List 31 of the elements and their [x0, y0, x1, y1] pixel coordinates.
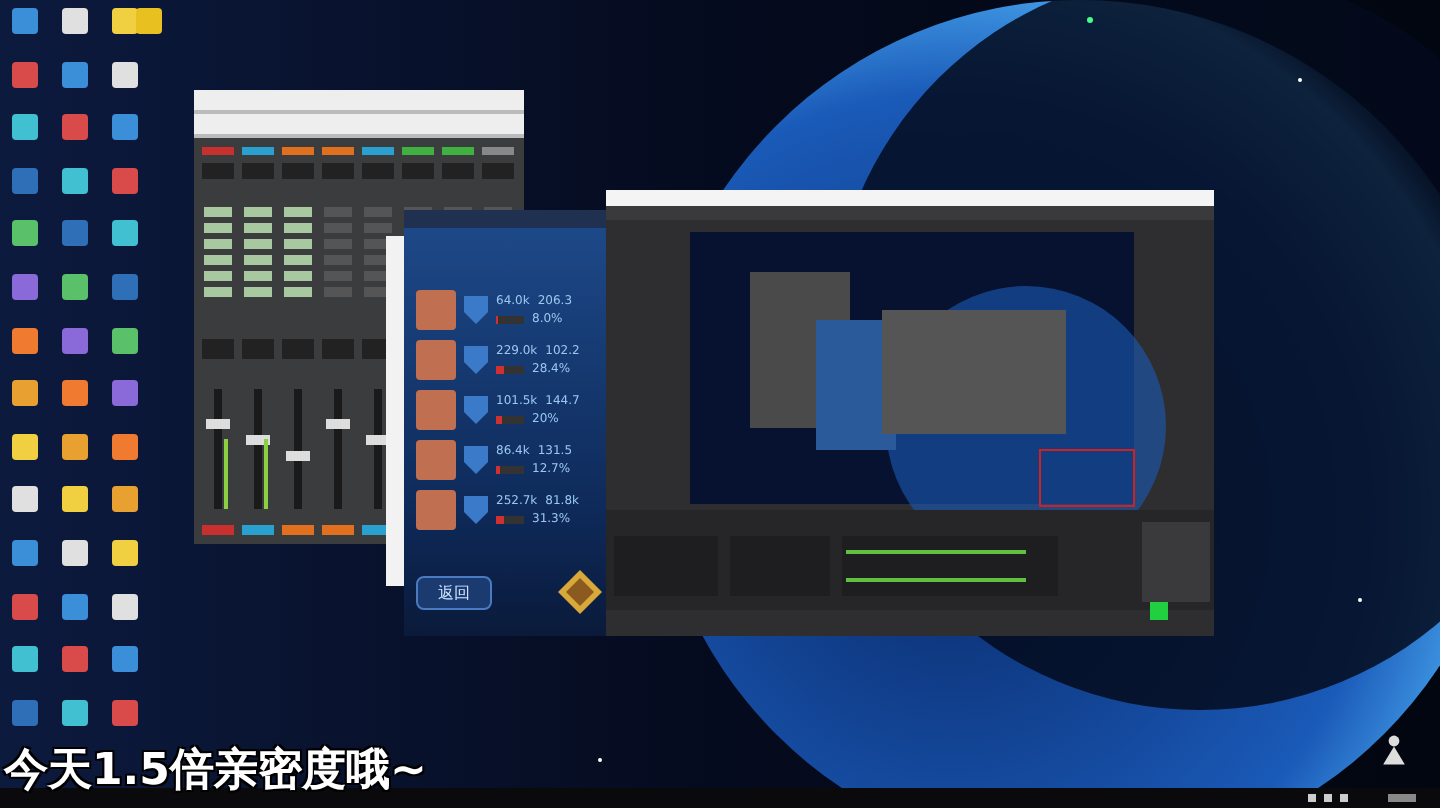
app-icon[interactable]	[62, 433, 88, 460]
app-icon[interactable]	[112, 486, 138, 513]
app-icon[interactable]	[12, 646, 38, 673]
shield-icon	[462, 344, 490, 376]
shield-icon	[462, 444, 490, 476]
app-icon[interactable]	[12, 486, 38, 513]
progress-bar	[496, 415, 524, 423]
app-icon[interactable]	[12, 114, 38, 141]
app-icon[interactable]	[62, 699, 88, 726]
app-icon[interactable]	[112, 593, 138, 620]
app-icon[interactable]	[62, 380, 88, 407]
app-icon[interactable]	[12, 220, 38, 247]
shield-icon	[462, 294, 490, 326]
diamond-icon[interactable]	[556, 568, 604, 616]
progress-bar	[496, 315, 524, 323]
app-icon[interactable]	[12, 380, 38, 407]
back-button[interactable]: 返回	[416, 575, 492, 609]
app-icon[interactable]	[62, 486, 88, 513]
app-icon[interactable]	[112, 220, 138, 247]
progress-bar	[496, 465, 524, 473]
progress-bar	[496, 365, 524, 373]
shield-icon	[462, 394, 490, 426]
app-icon[interactable]	[112, 61, 138, 88]
app-icon[interactable]	[12, 327, 38, 354]
app-icon[interactable]	[112, 327, 138, 354]
app-icon[interactable]	[62, 167, 88, 194]
app-icon[interactable]	[112, 433, 138, 460]
progress-bar	[496, 515, 524, 523]
shield-icon	[462, 494, 490, 526]
caption-text: 今天1.5倍亲密度哦~	[4, 743, 427, 800]
app-icon[interactable]	[12, 433, 38, 460]
